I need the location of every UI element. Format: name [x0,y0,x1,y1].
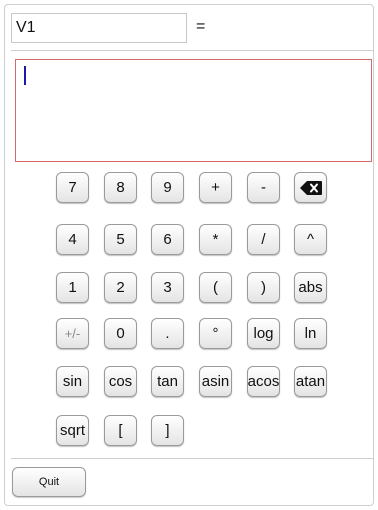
key-9[interactable]: 9 [151,172,184,203]
key-7[interactable]: 7 [56,172,89,203]
top-divider [11,50,374,51]
key-left-bracket[interactable]: [ [104,415,137,446]
key-log[interactable]: log [247,318,280,349]
variable-name-field[interactable] [11,13,187,43]
key-divide[interactable]: / [247,224,280,255]
key-atan[interactable]: atan [294,366,327,397]
backspace-icon [299,180,322,195]
key-5[interactable]: 5 [104,224,137,255]
key-6[interactable]: 6 [151,224,184,255]
key-0[interactable]: 0 [104,318,137,349]
equals-label: = [196,18,206,35]
key-decimal[interactable]: . [151,318,184,349]
key-asin[interactable]: asin [199,366,232,397]
expression-input[interactable] [15,59,372,162]
key-4[interactable]: 4 [56,224,89,255]
key-3[interactable]: 3 [151,272,184,303]
key-degree[interactable]: ° [199,318,232,349]
key-multiply[interactable]: * [199,224,232,255]
key-acos[interactable]: acos [247,366,280,397]
key-plus[interactable]: + [199,172,232,203]
key-power[interactable]: ^ [294,224,327,255]
key-sqrt[interactable]: sqrt [56,415,89,446]
key-1[interactable]: 1 [56,272,89,303]
quit-button[interactable]: Quit [12,467,86,497]
key-8[interactable]: 8 [104,172,137,203]
backspace-button[interactable] [294,172,327,203]
key-2[interactable]: 2 [104,272,137,303]
key-ln[interactable]: ln [294,318,327,349]
key-right-bracket[interactable]: ] [151,415,184,446]
key-minus[interactable]: - [247,172,280,203]
key-tan[interactable]: tan [151,366,184,397]
key-cos[interactable]: cos [104,366,137,397]
text-caret [24,66,26,85]
key-right-paren[interactable]: ) [247,272,280,303]
key-sin[interactable]: sin [56,366,89,397]
key-left-paren[interactable]: ( [199,272,232,303]
key-abs[interactable]: abs [294,272,327,303]
bottom-divider [11,458,374,459]
key-negate[interactable]: +/- [56,318,89,349]
